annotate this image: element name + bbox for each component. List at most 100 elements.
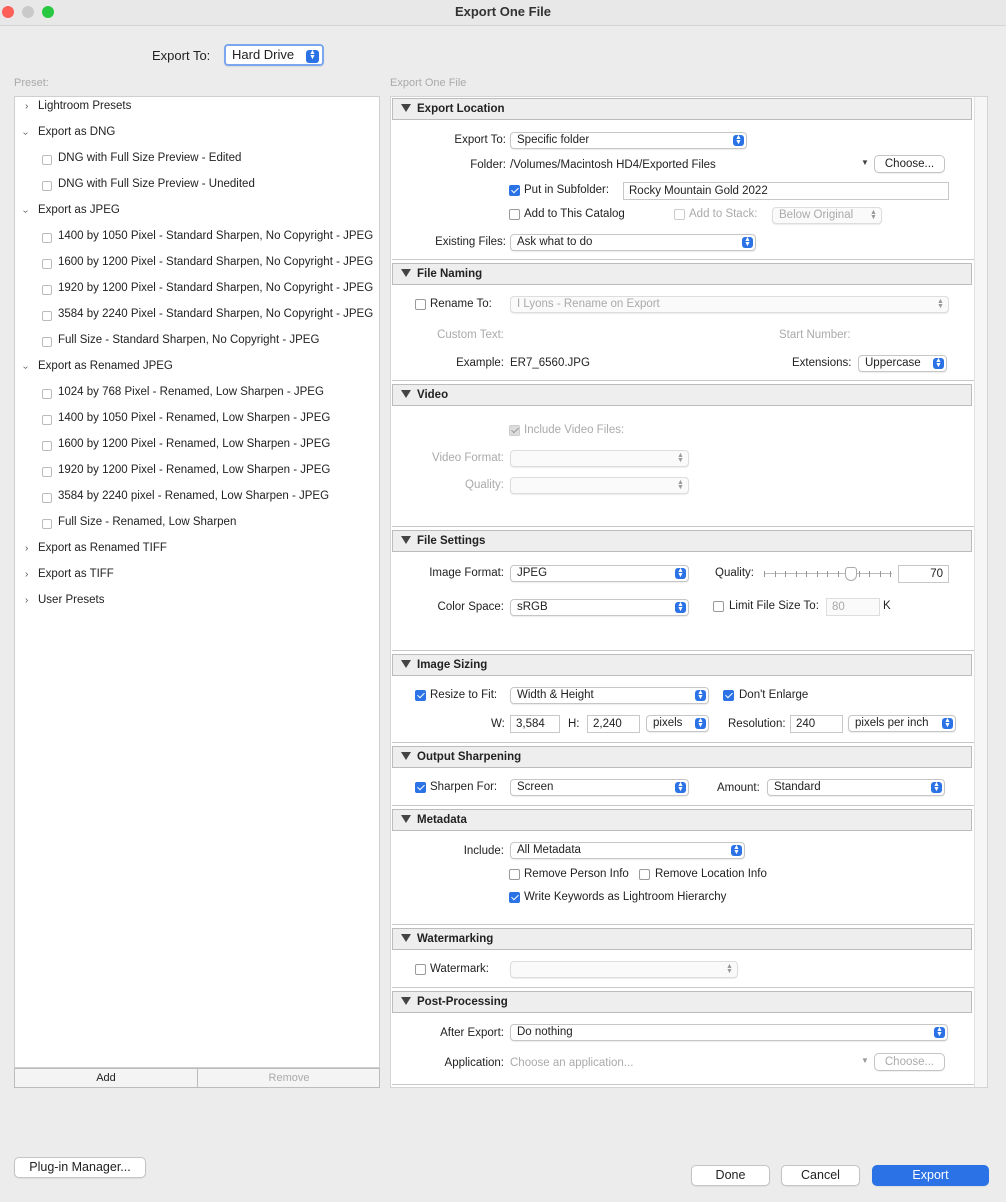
watermark-select[interactable]: ▲ ▼ [510, 961, 738, 978]
preset-group-renamed-jpeg[interactable]: Export as Renamed JPEG [38, 360, 173, 372]
subfolder-checkbox[interactable] [509, 185, 520, 196]
preset-checkbox[interactable] [42, 441, 52, 451]
watermark-checkbox[interactable] [415, 964, 426, 975]
width-input[interactable]: 3,584 [510, 715, 560, 733]
preset-item[interactable]: 3584 by 2240 pixel - Renamed, Low Sharpe… [58, 490, 329, 502]
add-preset-button[interactable]: Add [15, 1069, 198, 1087]
preset-checkbox[interactable] [42, 311, 52, 321]
preset-checkbox[interactable] [42, 389, 52, 399]
preset-item[interactable]: DNG with Full Size Preview - Unedited [58, 178, 255, 190]
include-video-checkbox[interactable] [509, 425, 520, 436]
preset-item[interactable]: 1400 by 1050 Pixel - Standard Sharpen, N… [58, 230, 379, 242]
preset-item[interactable]: 1920 by 1200 Pixel - Standard Sharpen, N… [58, 282, 379, 294]
add-catalog-checkbox[interactable] [509, 209, 520, 220]
preset-group-lightroom[interactable]: Lightroom Presets [38, 100, 131, 112]
chevron-down-icon[interactable]: › [20, 132, 31, 135]
preset-checkbox[interactable] [42, 181, 52, 191]
preset-item[interactable]: DNG with Full Size Preview - Edited [58, 152, 241, 164]
preset-checkbox[interactable] [42, 337, 52, 347]
plugin-manager-button[interactable]: Plug-in Manager... [14, 1157, 146, 1178]
resolution-unit-select[interactable]: pixels per inch ▲ ▼ [848, 715, 956, 732]
section-image-sizing[interactable]: Image Sizing [392, 654, 972, 676]
sharpen-checkbox[interactable] [415, 782, 426, 793]
settings-scrollbar[interactable] [974, 97, 987, 1087]
subfolder-input[interactable]: Rocky Mountain Gold 2022 [623, 182, 949, 200]
preset-checkbox[interactable] [42, 467, 52, 477]
after-export-select[interactable]: Do nothing ▲ ▼ [510, 1024, 948, 1041]
height-input[interactable]: 2,240 [587, 715, 640, 733]
video-format-select[interactable]: ▲ ▼ [510, 450, 689, 467]
chevron-right-icon[interactable]: › [25, 543, 28, 554]
quality-slider[interactable] [764, 566, 892, 582]
preset-item[interactable]: Full Size - Standard Sharpen, No Copyrig… [58, 334, 319, 346]
limit-size-input[interactable]: 80 [826, 598, 880, 616]
existing-files-select[interactable]: Ask what to do ▲ ▼ [510, 234, 756, 251]
rename-template-select[interactable]: I Lyons - Rename on Export ▲ ▼ [510, 296, 949, 313]
resolution-input[interactable]: 240 [790, 715, 843, 733]
application-choose-button[interactable]: Choose... [874, 1053, 945, 1071]
application-placeholder[interactable]: Choose an application... [510, 1057, 633, 1069]
preset-checkbox[interactable] [42, 285, 52, 295]
preset-item[interactable]: 1600 by 1200 Pixel - Renamed, Low Sharpe… [58, 438, 330, 450]
amount-select[interactable]: Standard ▲ ▼ [767, 779, 945, 796]
preset-group-dng[interactable]: Export as DNG [38, 126, 115, 138]
preset-group-user[interactable]: User Presets [38, 594, 104, 606]
section-metadata[interactable]: Metadata [392, 809, 972, 831]
export-location-select[interactable]: Specific folder ▲ ▼ [510, 132, 747, 149]
remove-location-checkbox[interactable] [639, 869, 650, 880]
section-file-naming[interactable]: File Naming [392, 263, 972, 285]
quality-input[interactable]: 70 [898, 565, 949, 583]
stack-position-select[interactable]: Below Original ▲ ▼ [772, 207, 882, 224]
preset-item[interactable]: 3584 by 2240 Pixel - Standard Sharpen, N… [58, 308, 379, 320]
preset-item[interactable]: 1920 by 1200 Pixel - Renamed, Low Sharpe… [58, 464, 330, 476]
chevron-right-icon[interactable]: › [25, 101, 28, 112]
chevron-down-icon[interactable]: › [20, 366, 31, 369]
preset-checkbox[interactable] [42, 415, 52, 425]
video-quality-select[interactable]: ▲ ▼ [510, 477, 689, 494]
remove-person-checkbox[interactable] [509, 869, 520, 880]
extensions-select[interactable]: Uppercase ▲ ▼ [858, 355, 947, 372]
image-format-select[interactable]: JPEG ▲ ▼ [510, 565, 689, 582]
export-button[interactable]: Export [872, 1165, 989, 1186]
preset-checkbox[interactable] [42, 233, 52, 243]
section-watermarking[interactable]: Watermarking [392, 928, 972, 950]
preset-item[interactable]: 1024 by 768 Pixel - Renamed, Low Sharpen… [58, 386, 324, 398]
chevron-right-icon[interactable]: › [25, 569, 28, 580]
rename-checkbox[interactable] [415, 299, 426, 310]
done-button[interactable]: Done [691, 1165, 770, 1186]
section-post-processing[interactable]: Post-Processing [392, 991, 972, 1013]
limit-size-checkbox[interactable] [713, 601, 724, 612]
section-video[interactable]: Video [392, 384, 972, 406]
sharpen-for-select[interactable]: Screen ▲ ▼ [510, 779, 689, 796]
export-to-select[interactable]: Hard Drive ▲ ▼ [224, 44, 324, 66]
preset-checkbox[interactable] [42, 259, 52, 269]
preset-item[interactable]: 1600 by 1200 Pixel - Standard Sharpen, N… [58, 256, 379, 268]
preset-group-renamed-tiff[interactable]: Export as Renamed TIFF [38, 542, 167, 554]
size-unit-select[interactable]: pixels ▲ ▼ [646, 715, 709, 732]
folder-dropdown-icon[interactable]: ▼ [861, 158, 869, 167]
add-stack-checkbox[interactable] [674, 209, 685, 220]
dont-enlarge-checkbox[interactable] [723, 690, 734, 701]
cancel-button[interactable]: Cancel [781, 1165, 860, 1186]
resize-checkbox[interactable] [415, 690, 426, 701]
remove-preset-button[interactable]: Remove [198, 1069, 380, 1087]
keywords-hierarchy-checkbox[interactable] [509, 892, 520, 903]
color-space-select[interactable]: sRGB ▲ ▼ [510, 599, 689, 616]
preset-checkbox[interactable] [42, 493, 52, 503]
application-dropdown-icon[interactable]: ▼ [861, 1056, 869, 1065]
preset-item[interactable]: Full Size - Renamed, Low Sharpen [58, 516, 236, 528]
section-output-sharpening[interactable]: Output Sharpening [392, 746, 972, 768]
slider-knob[interactable] [845, 567, 857, 581]
resize-mode-select[interactable]: Width & Height ▲ ▼ [510, 687, 709, 704]
preset-checkbox[interactable] [42, 519, 52, 529]
preset-group-tiff[interactable]: Export as TIFF [38, 568, 114, 580]
section-export-location[interactable]: Export Location [392, 98, 972, 120]
metadata-include-select[interactable]: All Metadata ▲ ▼ [510, 842, 745, 859]
preset-checkbox[interactable] [42, 155, 52, 165]
folder-choose-button[interactable]: Choose... [874, 155, 945, 173]
section-file-settings[interactable]: File Settings [392, 530, 972, 552]
chevron-down-icon[interactable]: › [20, 210, 31, 213]
preset-item[interactable]: 1400 by 1050 Pixel - Renamed, Low Sharpe… [58, 412, 330, 424]
preset-group-jpeg[interactable]: Export as JPEG [38, 204, 120, 216]
chevron-right-icon[interactable]: › [25, 595, 28, 606]
